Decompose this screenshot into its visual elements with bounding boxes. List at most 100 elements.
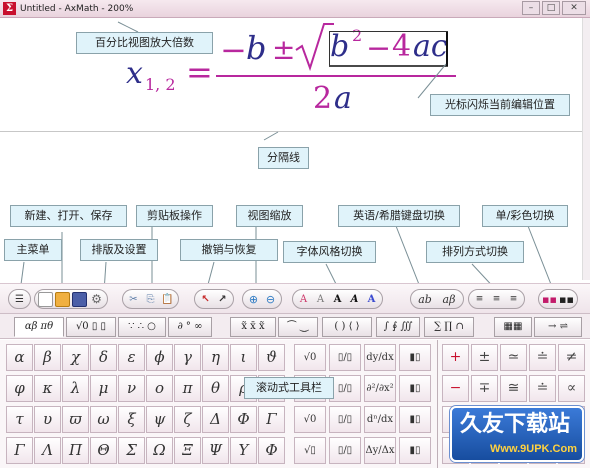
greek-symbol-button[interactable]: Π xyxy=(62,437,89,464)
align-left-icon[interactable]: ≡ xyxy=(472,292,487,307)
relation-symbol-button[interactable]: ≠ xyxy=(558,344,585,371)
tab-arrows[interactable]: → ⇌ xyxy=(534,317,582,337)
template-button[interactable]: ▯/▯ xyxy=(329,437,361,464)
tab-accents[interactable]: x̃ x̄ x̃ xyxy=(230,317,276,337)
greek-symbol-button[interactable]: χ xyxy=(62,344,89,371)
font-style-a-bold-button[interactable]: A xyxy=(330,292,345,307)
template-button[interactable]: ▯/▯ xyxy=(329,406,361,433)
greek-symbol-button[interactable]: ν xyxy=(118,375,145,402)
mono-mode-icon[interactable]: ▪▪ xyxy=(559,292,574,307)
template-button[interactable]: ▯/▯ xyxy=(329,344,361,371)
color-mode-icon[interactable]: ▪▪ xyxy=(542,292,557,307)
greek-symbol-button[interactable]: δ xyxy=(90,344,117,371)
greek-symbol-button[interactable]: ξ xyxy=(118,406,145,433)
redo-arrow-icon[interactable]: ↗ xyxy=(215,292,230,307)
template-button[interactable]: √0 xyxy=(294,344,326,371)
greek-keyboard-button[interactable]: aβ xyxy=(438,292,460,307)
gear-icon[interactable]: ⚙ xyxy=(89,292,104,307)
save-disk-icon[interactable] xyxy=(72,291,87,307)
main-menu-button[interactable]: ☰ xyxy=(12,292,27,307)
template-button[interactable]: ▮▯ xyxy=(399,437,431,464)
greek-symbol-button[interactable]: Λ xyxy=(34,437,61,464)
tab-logic-symbols[interactable]: ∵ ∴ ○ xyxy=(118,317,166,337)
greek-symbol-button[interactable]: ϕ xyxy=(146,344,173,371)
tab-matrices[interactable]: ▦▦ xyxy=(494,317,532,337)
template-button[interactable]: √▯ xyxy=(294,437,326,464)
greek-symbol-button[interactable]: Σ xyxy=(118,437,145,464)
greek-symbol-button[interactable]: Ψ xyxy=(202,437,229,464)
greek-symbol-button[interactable]: ϖ xyxy=(62,406,89,433)
greek-symbol-button[interactable]: μ xyxy=(90,375,117,402)
align-right-icon[interactable]: ≡ xyxy=(506,292,521,307)
tab-integrals[interactable]: ∫ ∮ ∭ xyxy=(376,317,420,337)
greek-symbol-button[interactable]: Ξ xyxy=(174,437,201,464)
greek-symbol-button[interactable]: θ xyxy=(202,375,229,402)
tab-radicals-fractions[interactable]: √0 ▯ ▯ xyxy=(66,317,116,337)
greek-symbol-button[interactable]: ε xyxy=(118,344,145,371)
tab-brackets[interactable]: ( ) ⟨ ⟩ xyxy=(322,317,372,337)
template-button[interactable]: √0 xyxy=(294,406,326,433)
greek-symbol-button[interactable]: ζ xyxy=(174,406,201,433)
undo-arrow-icon[interactable]: ↖ xyxy=(198,292,213,307)
relation-symbol-button[interactable]: ≃ xyxy=(500,344,527,371)
template-button[interactable]: ▮▯ xyxy=(399,406,431,433)
greek-symbol-button[interactable]: τ xyxy=(6,406,33,433)
new-file-icon[interactable] xyxy=(38,291,53,307)
template-button[interactable]: ∂²/∂x² xyxy=(364,375,396,402)
greek-symbol-button[interactable]: Φ xyxy=(258,437,285,464)
greek-symbol-button[interactable]: υ xyxy=(34,406,61,433)
relation-symbol-button[interactable]: ∝ xyxy=(558,375,585,402)
relation-symbol-button[interactable]: ≐ xyxy=(529,344,556,371)
english-keyboard-button[interactable]: ab xyxy=(414,292,436,307)
tab-over-under[interactable]: ⏜ ⏝ xyxy=(278,317,318,337)
greek-symbol-button[interactable]: η xyxy=(202,344,229,371)
tab-misc-symbols[interactable]: ∂ ° ∞ xyxy=(168,317,212,337)
relation-symbol-button[interactable]: ∓ xyxy=(471,375,498,402)
paste-icon[interactable]: 📋 xyxy=(160,292,175,307)
greek-symbol-button[interactable]: β xyxy=(34,344,61,371)
relation-symbol-button[interactable]: ≅ xyxy=(500,375,527,402)
greek-symbol-button[interactable]: ϑ xyxy=(258,344,285,371)
template-button[interactable]: Δy/Δx xyxy=(364,437,396,464)
greek-symbol-button[interactable]: κ xyxy=(34,375,61,402)
relation-symbol-button[interactable]: + xyxy=(442,344,469,371)
greek-symbol-button[interactable]: Ω xyxy=(146,437,173,464)
greek-symbol-button[interactable]: Γ xyxy=(6,437,33,464)
greek-symbol-button[interactable]: Δ xyxy=(202,406,229,433)
template-button[interactable]: dⁿ/dx xyxy=(364,406,396,433)
zoom-out-icon[interactable]: ⊖ xyxy=(263,292,278,307)
relation-symbol-button[interactable]: ≐ xyxy=(529,375,556,402)
font-style-a-pink-button[interactable]: A xyxy=(296,292,311,307)
greek-symbol-button[interactable]: ο xyxy=(146,375,173,402)
relation-symbol-button[interactable]: − xyxy=(442,375,469,402)
callout-separator: 分隔线 xyxy=(258,147,309,169)
tab-sums-products[interactable]: ∑ ∏ ∩ xyxy=(424,317,474,337)
greek-symbol-button[interactable]: Γ xyxy=(258,406,285,433)
greek-symbol-button[interactable]: Φ xyxy=(230,406,257,433)
main-toolbar: ☰ ⚙ ✂ ⎘ 📋 ↖ ↗ ⊕ ⊖ A A A A A ab aβ ≡ ≡ ≡ … xyxy=(0,283,590,313)
greek-symbol-button[interactable]: ω xyxy=(90,406,117,433)
font-style-a-blue-button[interactable]: A xyxy=(364,292,379,307)
align-center-icon[interactable]: ≡ xyxy=(489,292,504,307)
greek-symbol-button[interactable]: Υ xyxy=(230,437,257,464)
zoom-in-icon[interactable]: ⊕ xyxy=(246,292,261,307)
greek-symbol-button[interactable]: λ xyxy=(62,375,89,402)
greek-symbol-button[interactable]: γ xyxy=(174,344,201,371)
cut-icon[interactable]: ✂ xyxy=(126,292,141,307)
callout-align-switch: 排列方式切换 xyxy=(426,241,524,263)
template-button[interactable]: dy/dx xyxy=(364,344,396,371)
copy-icon[interactable]: ⎘ xyxy=(143,292,158,307)
open-folder-icon[interactable] xyxy=(55,291,70,307)
template-button[interactable]: ▮▯ xyxy=(399,344,431,371)
tab-greek[interactable]: αβ πθ xyxy=(14,317,64,337)
font-style-a-italic-button[interactable]: A xyxy=(347,292,362,307)
greek-symbol-button[interactable]: α xyxy=(6,344,33,371)
greek-symbol-button[interactable]: Θ xyxy=(90,437,117,464)
font-style-a-gray-button[interactable]: A xyxy=(313,292,328,307)
greek-symbol-button[interactable]: ψ xyxy=(146,406,173,433)
greek-symbol-button[interactable]: ι xyxy=(230,344,257,371)
relation-symbol-button[interactable]: ± xyxy=(471,344,498,371)
greek-symbol-button[interactable]: φ xyxy=(6,375,33,402)
template-button[interactable]: ▮▯ xyxy=(399,375,431,402)
greek-symbol-button[interactable]: π xyxy=(174,375,201,402)
